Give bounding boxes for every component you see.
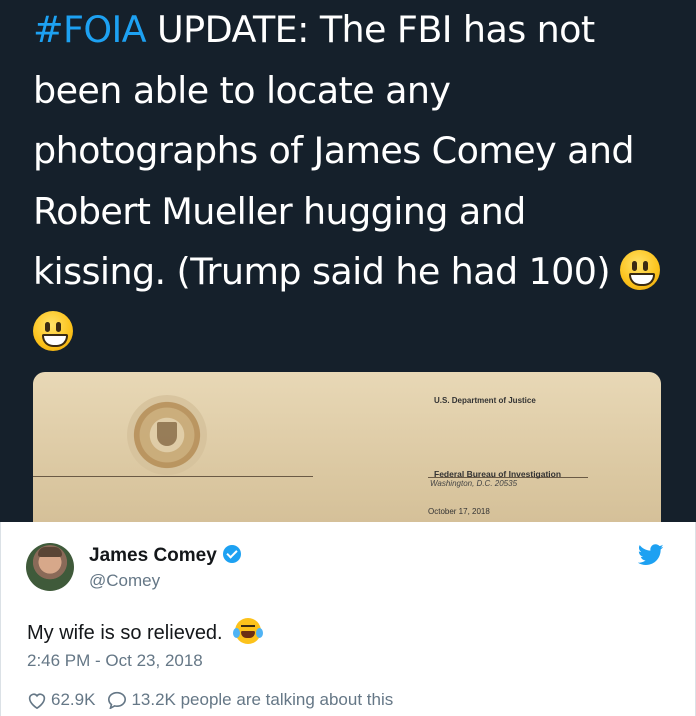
speech-bubble-icon xyxy=(108,691,127,709)
tweet-line-3: photographs of James Comey and xyxy=(33,129,635,172)
tweet-text: #FOIA UPDATE: The FBI has not been able … xyxy=(33,0,673,363)
fbi-seal-icon xyxy=(127,395,207,475)
grinning-face-icon xyxy=(33,310,73,351)
tweet-line-5: kissing. (Trump said he had 100) xyxy=(33,250,611,293)
tweet-stats: 62.9K 13.2K people are talking about thi… xyxy=(27,690,405,710)
fbi-letter-image: U.S. Department of Justice Federal Burea… xyxy=(33,372,661,522)
tweet-line-4: Robert Mueller hugging and xyxy=(33,189,526,233)
letter-bureau: Federal Bureau of Investigation xyxy=(434,469,562,479)
author-handle[interactable]: @Comey xyxy=(89,571,160,591)
tweet-timestamp[interactable]: 2:46 PM - Oct 23, 2018 xyxy=(27,651,203,671)
hashtag-link[interactable]: #FOIA xyxy=(33,8,147,51)
grinning-face-icon xyxy=(620,250,661,290)
tweet-line-1: UPDATE: The FBI has not xyxy=(146,8,595,51)
letter-department: U.S. Department of Justice xyxy=(434,396,536,405)
avatar[interactable] xyxy=(26,543,74,591)
verified-badge-icon xyxy=(222,545,241,563)
reply-button[interactable]: 13.2K people are talking about this xyxy=(107,690,393,710)
tweet-screenshot-area: #FOIA UPDATE: The FBI has not been able … xyxy=(0,0,696,522)
letter-date: October 17, 2018 xyxy=(428,507,490,516)
talking-count: 13.2K people are talking about this xyxy=(131,690,394,709)
embedded-tweet-text: My wife is so relieved. xyxy=(27,618,263,645)
tears-of-joy-icon xyxy=(232,618,263,644)
like-button[interactable]: 62.9K xyxy=(27,690,95,710)
author-name[interactable]: James Comey xyxy=(89,545,241,567)
heart-icon xyxy=(28,693,46,709)
like-count: 62.9K xyxy=(51,690,96,709)
tweet-line-2: been able to locate any xyxy=(33,68,451,112)
twitter-bird-icon[interactable] xyxy=(638,544,664,566)
letter-address: Washington, D.C. 20535 xyxy=(430,479,518,488)
